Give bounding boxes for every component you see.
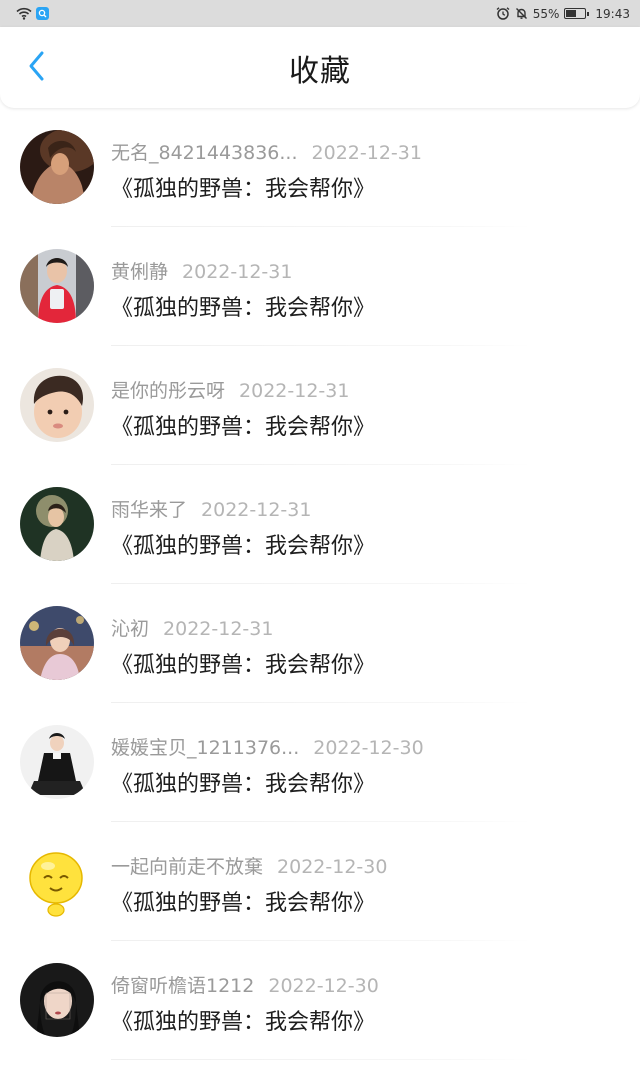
favorites-list: 无名_8421443836... 2022-12-31 《孤独的野兽：我会帮你》 … <box>0 108 640 1060</box>
battery-icon <box>564 8 590 19</box>
clock-time: 19:43 <box>595 6 630 21</box>
avatar[interactable] <box>20 844 94 918</box>
username[interactable]: 无名_8421443836... <box>111 142 298 164</box>
status-right: 55% 19:43 <box>496 7 630 21</box>
item-meta: 倚窗听檐语1212 2022-12-30 <box>111 971 379 998</box>
list-item[interactable]: 媛媛宝贝_1211376... 2022-12-30 《孤独的野兽：我会帮你》 <box>0 703 640 822</box>
battery-percent: 55% <box>532 6 560 21</box>
list-item[interactable]: 一起向前走不放棄 2022-12-30 《孤独的野兽：我会帮你》 <box>0 822 640 941</box>
status-left <box>16 7 49 20</box>
item-title[interactable]: 《孤独的野兽：我会帮你》 <box>111 1004 375 1036</box>
divider <box>111 1059 531 1060</box>
date: 2022-12-30 <box>313 737 424 759</box>
date: 2022-12-30 <box>277 856 388 878</box>
list-item[interactable]: 是你的彤云呀 2022-12-31 《孤独的野兽：我会帮你》 <box>0 346 640 465</box>
list-item[interactable]: 沁初 2022-12-31 《孤独的野兽：我会帮你》 <box>0 584 640 703</box>
app-notification-icon <box>36 7 49 20</box>
username[interactable]: 媛媛宝贝_1211376... <box>111 737 299 759</box>
chevron-left-icon <box>29 51 44 81</box>
avatar[interactable] <box>20 963 94 1037</box>
item-title[interactable]: 《孤独的野兽：我会帮你》 <box>111 766 375 798</box>
wifi-icon <box>16 7 32 20</box>
list-item[interactable]: 无名_8421443836... 2022-12-31 《孤独的野兽：我会帮你》 <box>0 108 640 227</box>
username[interactable]: 是你的彤云呀 <box>111 380 225 402</box>
item-title[interactable]: 《孤独的野兽：我会帮你》 <box>111 528 375 560</box>
item-meta: 黄俐静 2022-12-31 <box>111 257 292 284</box>
status-bar: 55% 19:43 <box>0 0 640 27</box>
item-title[interactable]: 《孤独的野兽：我会帮你》 <box>111 647 375 679</box>
item-meta: 雨华来了 2022-12-31 <box>111 495 311 522</box>
avatar[interactable] <box>20 130 94 204</box>
username[interactable]: 雨华来了 <box>111 499 187 521</box>
list-item[interactable]: 倚窗听檐语1212 2022-12-30 《孤独的野兽：我会帮你》 <box>0 941 640 1060</box>
avatar[interactable] <box>20 368 94 442</box>
header-bar: 收藏 <box>0 27 640 108</box>
back-button[interactable] <box>20 49 54 83</box>
date: 2022-12-31 <box>163 618 274 640</box>
item-meta: 无名_8421443836... 2022-12-31 <box>111 138 422 165</box>
username[interactable]: 一起向前走不放棄 <box>111 856 263 878</box>
list-item[interactable]: 雨华来了 2022-12-31 《孤独的野兽：我会帮你》 <box>0 465 640 584</box>
item-title[interactable]: 《孤独的野兽：我会帮你》 <box>111 885 375 917</box>
mute-bell-icon <box>515 8 527 19</box>
item-title[interactable]: 《孤独的野兽：我会帮你》 <box>111 290 375 322</box>
username[interactable]: 黄俐静 <box>111 261 168 283</box>
page-title: 收藏 <box>289 53 351 89</box>
avatar[interactable] <box>20 487 94 561</box>
avatar[interactable] <box>20 606 94 680</box>
item-meta: 媛媛宝贝_1211376... 2022-12-30 <box>111 733 424 760</box>
avatar[interactable] <box>20 725 94 799</box>
username[interactable]: 倚窗听檐语1212 <box>111 975 254 997</box>
date: 2022-12-31 <box>182 261 293 283</box>
date: 2022-12-31 <box>239 380 350 402</box>
item-meta: 是你的彤云呀 2022-12-31 <box>111 376 349 403</box>
date: 2022-12-31 <box>201 499 312 521</box>
list-item[interactable]: 黄俐静 2022-12-31 《孤独的野兽：我会帮你》 <box>0 227 640 346</box>
item-title[interactable]: 《孤独的野兽：我会帮你》 <box>111 409 375 441</box>
avatar[interactable] <box>20 249 94 323</box>
item-title[interactable]: 《孤独的野兽：我会帮你》 <box>111 171 375 203</box>
date: 2022-12-31 <box>311 142 422 164</box>
battery-level <box>566 10 577 17</box>
item-meta: 沁初 2022-12-31 <box>111 614 273 641</box>
item-meta: 一起向前走不放棄 2022-12-30 <box>111 852 387 879</box>
alarm-icon <box>496 7 510 20</box>
username[interactable]: 沁初 <box>111 618 149 640</box>
date: 2022-12-30 <box>268 975 379 997</box>
